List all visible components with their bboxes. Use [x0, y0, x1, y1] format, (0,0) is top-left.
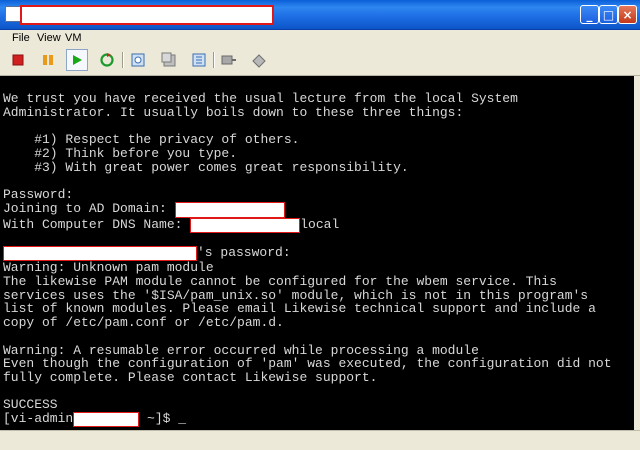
snapshot-manager-icon — [192, 53, 206, 67]
play-icon — [73, 55, 82, 65]
window-title-redacted — [20, 5, 274, 25]
settings-button[interactable] — [248, 49, 270, 71]
console-frame-edge — [634, 76, 640, 430]
title-bar[interactable]: _ □ × — [0, 0, 640, 30]
minimize-button[interactable]: _ — [580, 5, 599, 24]
removable-devices-icon — [221, 55, 236, 65]
settings-icon — [252, 54, 266, 68]
redacted-domain — [174, 201, 285, 218]
power-off-button[interactable] — [7, 49, 29, 71]
vm-console-screen[interactable]: We trust you have received the usual lec… — [0, 76, 634, 430]
status-bar — [0, 430, 640, 450]
toolbar — [0, 46, 640, 76]
snapshot-manager-button[interactable] — [188, 49, 210, 71]
redacted-username — [3, 246, 197, 262]
console-line: With Computer DNS Name: — [3, 216, 191, 232]
revert-snapshot-icon — [161, 52, 176, 67]
snapshot-button[interactable] — [127, 49, 149, 71]
play-button[interactable] — [66, 49, 88, 71]
redacted-hostname-prompt — [73, 412, 140, 428]
dns-suffix: local — [300, 216, 340, 232]
app-icon — [5, 6, 21, 22]
console-line: Administrator. It usually boils down to … — [3, 104, 464, 120]
console-line: Joining to AD Domain: — [3, 200, 175, 216]
removable-devices-button[interactable] — [218, 49, 240, 71]
shell-prompt: ~]$ _ — [139, 411, 187, 427]
console-line: fully complete. Please contact Likewise … — [3, 369, 378, 385]
maximize-button[interactable]: □ — [599, 5, 618, 24]
console-line: copy of /etc/pam.conf or /etc/pam.d. — [3, 315, 284, 331]
close-button[interactable]: × — [618, 5, 637, 24]
reset-button[interactable] — [96, 49, 118, 71]
redacted-hostname — [190, 217, 301, 233]
console-output: We trust you have received the usual lec… — [0, 76, 634, 428]
power-off-icon — [12, 54, 24, 66]
console-line: [vi-admin — [3, 411, 74, 427]
console-line: #3) With great power comes great respons… — [3, 159, 409, 175]
pause-icon — [43, 55, 53, 65]
menu-view[interactable]: View — [37, 32, 61, 44]
menu-bar: File View VM — [0, 30, 640, 46]
reset-icon — [100, 53, 114, 67]
revert-snapshot-button[interactable] — [158, 49, 180, 71]
menu-file[interactable]: File — [12, 32, 30, 44]
pause-button[interactable] — [37, 49, 59, 71]
snapshot-icon — [131, 53, 145, 67]
menu-vm[interactable]: VM — [65, 32, 82, 44]
password-prompt: 's password: — [197, 245, 291, 261]
